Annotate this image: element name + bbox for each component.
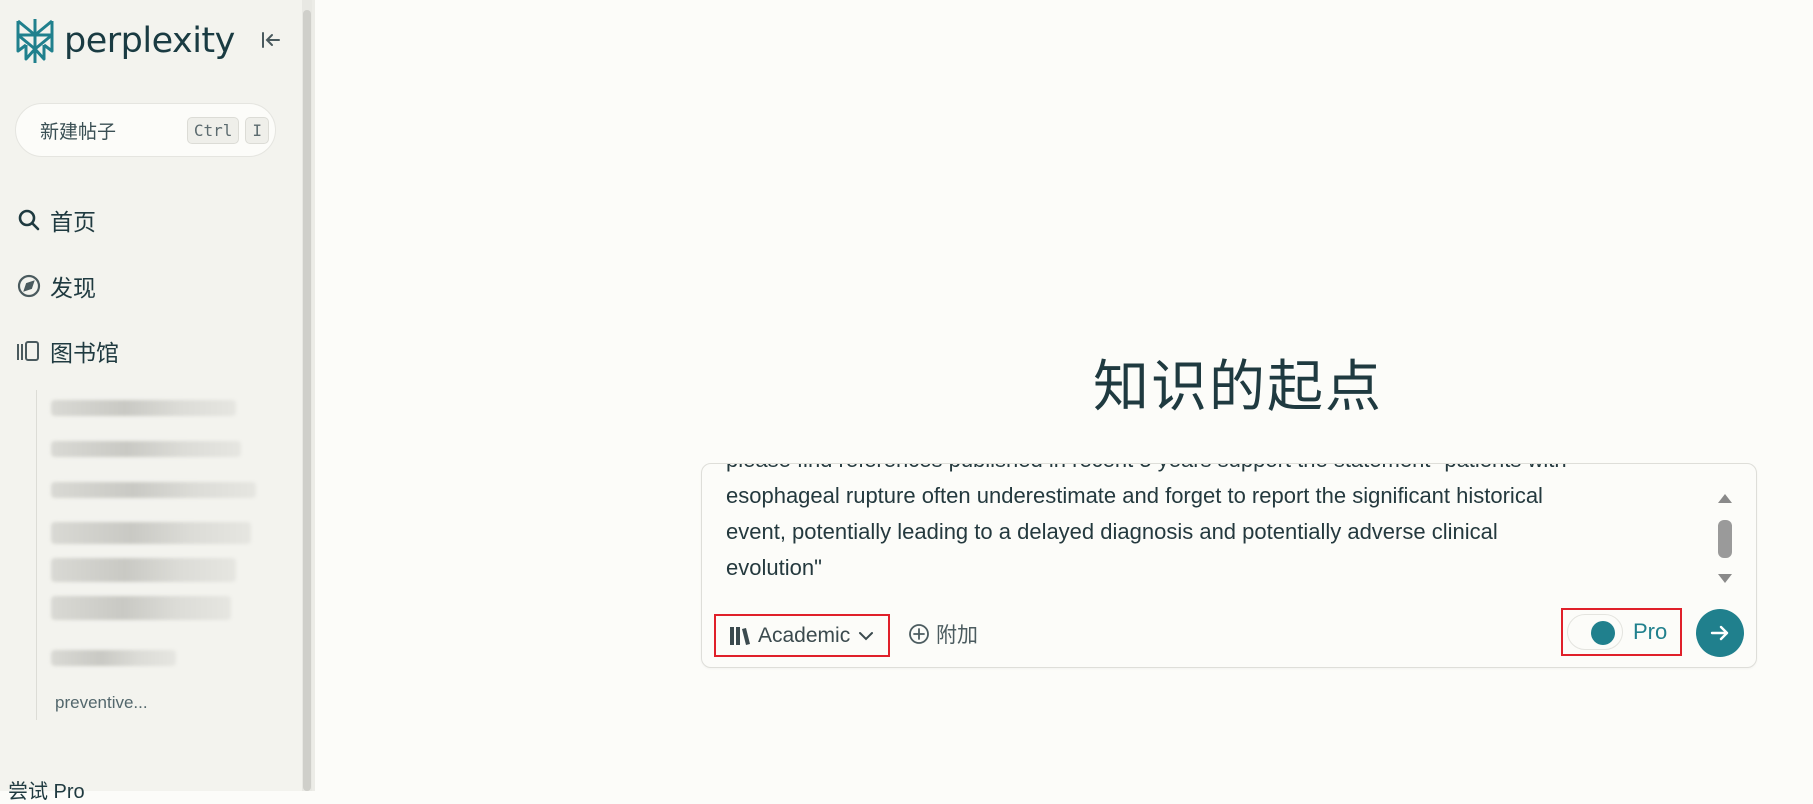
query-line: esophageal rupture often underestimate a… — [726, 483, 1543, 508]
try-pro-link[interactable]: 尝试 Pro — [8, 775, 85, 804]
perplexity-logo-icon — [16, 19, 54, 63]
library-item-preventive[interactable]: preventive... — [55, 693, 148, 713]
page-headline: 知识的起点 — [1093, 355, 1383, 420]
search-icon — [18, 209, 40, 231]
pro-toggle[interactable] — [1567, 614, 1623, 650]
library-item-redacted[interactable] — [51, 650, 176, 666]
pro-label: Pro — [1633, 619, 1668, 644]
nav-label-home: 首页 — [50, 209, 96, 235]
library-item-redacted[interactable] — [51, 441, 241, 457]
sidebar: perplexity 新建帖子 Ctrl I 首页 发现 图书馆 prevent… — [0, 0, 302, 803]
focus-selector-button[interactable]: Academic — [714, 614, 890, 657]
books-icon — [730, 626, 750, 645]
collapse-sidebar-button[interactable] — [258, 27, 284, 53]
sidebar-divider — [312, 0, 315, 791]
brand-name: perplexity — [64, 21, 235, 61]
attach-button[interactable]: 附加 — [908, 619, 978, 649]
focus-label: Academic — [758, 623, 851, 647]
library-item-redacted[interactable] — [51, 400, 236, 416]
submit-button[interactable] — [1696, 609, 1744, 657]
new-thread-label: 新建帖子 — [40, 121, 117, 143]
nav-label-library: 图书馆 — [50, 340, 119, 366]
toggle-knob — [1591, 621, 1615, 645]
compass-icon — [17, 274, 41, 298]
new-thread-button[interactable]: 新建帖子 Ctrl I — [15, 103, 276, 157]
query-composer[interactable]: please find references published in rece… — [701, 463, 1757, 668]
library-item-redacted[interactable] — [51, 596, 231, 620]
nav-item-discover[interactable]: 发现 — [16, 269, 96, 303]
library-item-redacted[interactable] — [51, 558, 236, 582]
query-line: event, potentially leading to a delayed … — [726, 519, 1498, 544]
collapse-icon — [262, 32, 280, 48]
plus-circle-icon — [909, 624, 929, 644]
library-item-redacted[interactable] — [51, 522, 251, 544]
sidebar-scrollbar-thumb[interactable] — [303, 10, 311, 791]
scroll-down-arrow-icon[interactable] — [1718, 574, 1732, 583]
shortcut-key-ctrl: Ctrl — [186, 116, 240, 144]
shortcut-key-i: I — [245, 116, 269, 144]
library-thread-list: preventive... — [36, 390, 266, 720]
chevron-down-icon — [859, 631, 874, 640]
composer-scrollbar-thumb[interactable] — [1718, 520, 1732, 558]
logo[interactable]: perplexity — [14, 17, 235, 65]
pro-toggle-group[interactable]: Pro — [1561, 608, 1682, 656]
query-line: please find references published in rece… — [726, 464, 1696, 478]
scroll-up-arrow-icon[interactable] — [1718, 494, 1732, 503]
arrow-right-icon — [1710, 625, 1729, 641]
query-line: evolution" — [726, 555, 822, 580]
query-textarea[interactable]: please find references published in rece… — [726, 464, 1696, 604]
composer-scrollbar[interactable] — [1714, 494, 1734, 594]
library-icon — [17, 341, 39, 361]
library-item-redacted[interactable] — [51, 482, 256, 498]
nav-item-library[interactable]: 图书馆 — [16, 334, 119, 368]
nav-item-home[interactable]: 首页 — [16, 203, 96, 237]
nav-label-discover: 发现 — [50, 275, 96, 301]
attach-label: 附加 — [936, 624, 978, 647]
